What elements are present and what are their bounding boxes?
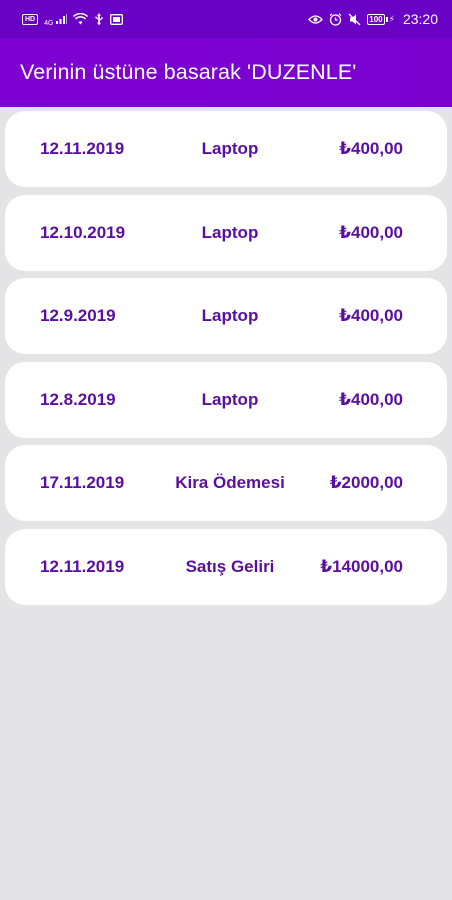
record-description: Laptop bbox=[201, 306, 259, 325]
charging-icon: ⚡ bbox=[388, 13, 395, 24]
record-amount: ₺400,00 bbox=[339, 306, 403, 325]
records-list: 12.11.2019 Laptop ₺400,00 12.10.2019 Lap… bbox=[5, 111, 447, 612]
record-amount: ₺400,00 bbox=[339, 139, 403, 158]
sim-icon bbox=[110, 13, 124, 25]
network-type-label: 4G bbox=[44, 19, 54, 27]
usb-icon bbox=[94, 12, 104, 26]
record-date: 17.11.2019 bbox=[40, 473, 125, 492]
signal-icon bbox=[55, 13, 68, 25]
record-amount: ₺400,00 bbox=[339, 389, 403, 409]
app-bar: Verinin üstüne basarak 'DUZENLE' bbox=[0, 38, 452, 107]
record-amount: ₺14000,00 bbox=[320, 556, 403, 576]
battery-tip bbox=[385, 16, 388, 22]
status-time: 23:20 bbox=[402, 11, 438, 27]
list-item[interactable]: 12.11.2019 Satış Geliri ₺14000,00 bbox=[5, 528, 447, 605]
page-title: Verinin üstüne basarak 'DUZENLE' bbox=[20, 60, 357, 84]
record-amount: ₺400,00 bbox=[339, 222, 403, 242]
alarm-icon bbox=[329, 12, 342, 26]
battery-level: 100 bbox=[367, 13, 385, 25]
record-date: 12.8.2019 bbox=[40, 389, 116, 409]
record-date: 12.9.2019 bbox=[40, 306, 116, 325]
record-description: Laptop bbox=[201, 222, 259, 242]
hd-icon: HD bbox=[22, 13, 39, 25]
record-description: Satış Geliri bbox=[185, 556, 275, 576]
list-item[interactable]: 12.11.2019 Laptop ₺400,00 bbox=[5, 111, 447, 187]
list-item[interactable]: 12.8.2019 Laptop ₺400,00 bbox=[5, 361, 447, 438]
battery-icon: 100 ⚡ bbox=[367, 13, 395, 25]
wifi-icon bbox=[73, 13, 89, 25]
record-description: Kira Ödemesi bbox=[175, 473, 285, 492]
status-bar-left: HD 4G bbox=[22, 12, 124, 27]
mute-icon bbox=[348, 13, 361, 26]
status-bar: HD 4G 100 ⚡ 23:20 bbox=[0, 0, 452, 38]
record-date: 12.11.2019 bbox=[40, 139, 125, 158]
list-item[interactable]: 17.11.2019 Kira Ödemesi ₺2000,00 bbox=[5, 445, 447, 521]
list-item[interactable]: 12.10.2019 Laptop ₺400,00 bbox=[5, 194, 447, 271]
eye-icon bbox=[308, 14, 324, 25]
list-item[interactable]: 12.9.2019 Laptop ₺400,00 bbox=[5, 278, 447, 354]
record-amount: ₺2000,00 bbox=[329, 473, 403, 492]
record-date: 12.10.2019 bbox=[40, 222, 126, 242]
record-description: Laptop bbox=[201, 139, 259, 158]
status-bar-right: 100 ⚡ 23:20 bbox=[308, 11, 438, 27]
record-date: 12.11.2019 bbox=[40, 556, 125, 576]
record-description: Laptop bbox=[201, 389, 259, 409]
